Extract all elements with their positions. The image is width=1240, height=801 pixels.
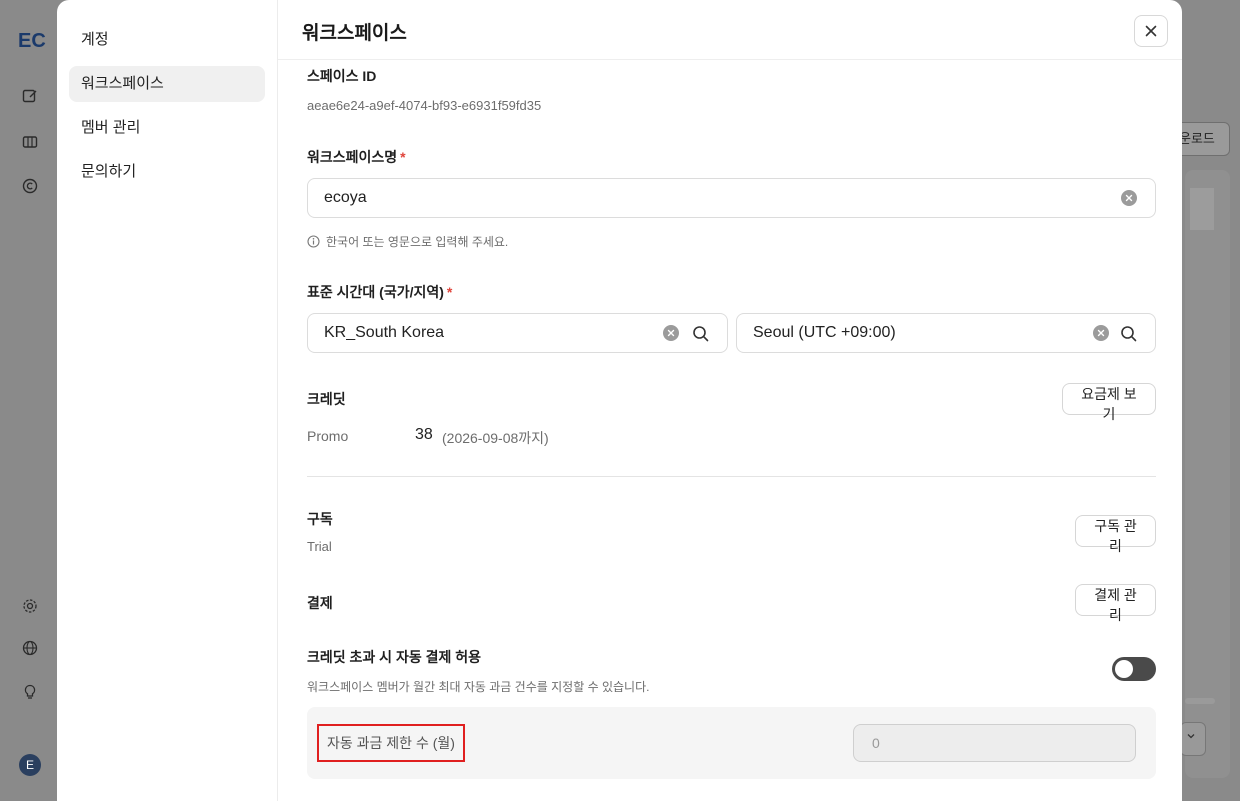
search-icon[interactable] (691, 324, 711, 344)
auto-payment-limit-input[interactable]: 0 (853, 724, 1136, 762)
space-id-value: aeae6e24-a9ef-4074-bf93-e6931f59fd35 (307, 98, 542, 113)
background-select (1180, 722, 1206, 756)
modal-title: 워크스페이스 (302, 23, 407, 44)
space-id-label: 스페이스 ID (307, 68, 377, 84)
columns-icon (22, 134, 40, 152)
auto-payment-limit-label: 자동 과금 제한 수 (월) (317, 724, 465, 762)
settings-nav: 계정 워크스페이스 멤버 관리 문의하기 (57, 0, 278, 801)
background-panel (1185, 170, 1230, 778)
settings-main: 워크스페이스 스페이스 ID aeae6e24-a9ef-4074-bf93-e… (278, 0, 1182, 801)
subscription-label: 구독 (307, 511, 333, 527)
search-icon[interactable] (1119, 324, 1139, 344)
chevron-down-icon (1187, 734, 1195, 739)
section-divider (307, 476, 1156, 477)
credit-label: 크레딧 (307, 391, 346, 407)
auto-payment-toggle[interactable] (1112, 657, 1156, 681)
lightbulb-icon (22, 684, 40, 702)
background-scrollbar (1185, 698, 1215, 704)
user-avatar: E (19, 754, 41, 776)
credit-expiry: (2026-09-08까지) (442, 430, 549, 446)
required-mark: * (446, 284, 453, 300)
globe-icon (22, 640, 40, 658)
credit-type: Promo (307, 428, 349, 444)
workspace-name-label: 워크스페이스명 * (307, 147, 406, 167)
nav-item-account[interactable]: 계정 (69, 22, 265, 58)
settings-modal: 계정 워크스페이스 멤버 관리 문의하기 워크스페이스 스페이스 ID aeae… (57, 0, 1182, 801)
background-panel-strip (1190, 188, 1214, 230)
toggle-knob (1115, 660, 1133, 678)
close-icon (1145, 25, 1157, 37)
nav-item-members[interactable]: 멤버 관리 (69, 110, 265, 146)
manage-payment-button[interactable]: 결제 관리 (1075, 584, 1156, 623)
nav-item-workspace[interactable]: 워크스페이스 (69, 66, 265, 102)
info-icon (307, 235, 320, 248)
nav-item-contact[interactable]: 문의하기 (69, 154, 265, 190)
city-field[interactable] (736, 313, 1156, 353)
clear-icon[interactable] (1121, 190, 1137, 206)
modal-header: 워크스페이스 (278, 0, 1182, 60)
required-mark: * (400, 149, 406, 165)
auto-payment-description: 워크스페이스 멤버가 월간 최대 자동 과금 건수를 지정할 수 있습니다. (307, 680, 650, 694)
payment-label: 결제 (307, 595, 333, 611)
edit-icon (22, 88, 40, 106)
manage-subscription-button[interactable]: 구독 관리 (1075, 515, 1156, 554)
auto-payment-label: 크레딧 초과 시 자동 결제 허용 (307, 649, 482, 665)
workspace-name-input[interactable] (324, 179, 1091, 217)
workspace-name-label-text: 워크스페이스명 (307, 149, 398, 165)
workspace-name-hint-text: 한국어 또는 영문으로 입력해 주세요. (326, 235, 509, 249)
close-button[interactable] (1134, 15, 1168, 47)
subscription-status: Trial (307, 539, 332, 554)
clear-icon[interactable] (1093, 325, 1109, 341)
auto-payment-limit-box: 자동 과금 제한 수 (월) 0 (307, 707, 1156, 779)
view-plans-button[interactable]: 요금제 보기 (1062, 383, 1156, 422)
workspace-name-hint: 한국어 또는 영문으로 입력해 주세요. (307, 233, 508, 250)
timezone-label-text: 표준 시간대 (국가/지역) (307, 284, 444, 300)
clear-icon[interactable] (663, 325, 679, 341)
workspace-name-field[interactable] (307, 178, 1156, 218)
background-sidebar: EC E (0, 0, 58, 801)
credit-icon (22, 178, 40, 196)
timezone-label: 표준 시간대 (국가/지역) * (307, 282, 452, 302)
city-input[interactable] (753, 314, 1091, 352)
credit-amount: 38 (415, 426, 433, 443)
settings-icon (22, 598, 40, 616)
country-input[interactable] (324, 314, 663, 352)
country-field[interactable] (307, 313, 728, 353)
app-logo: EC (18, 30, 46, 52)
